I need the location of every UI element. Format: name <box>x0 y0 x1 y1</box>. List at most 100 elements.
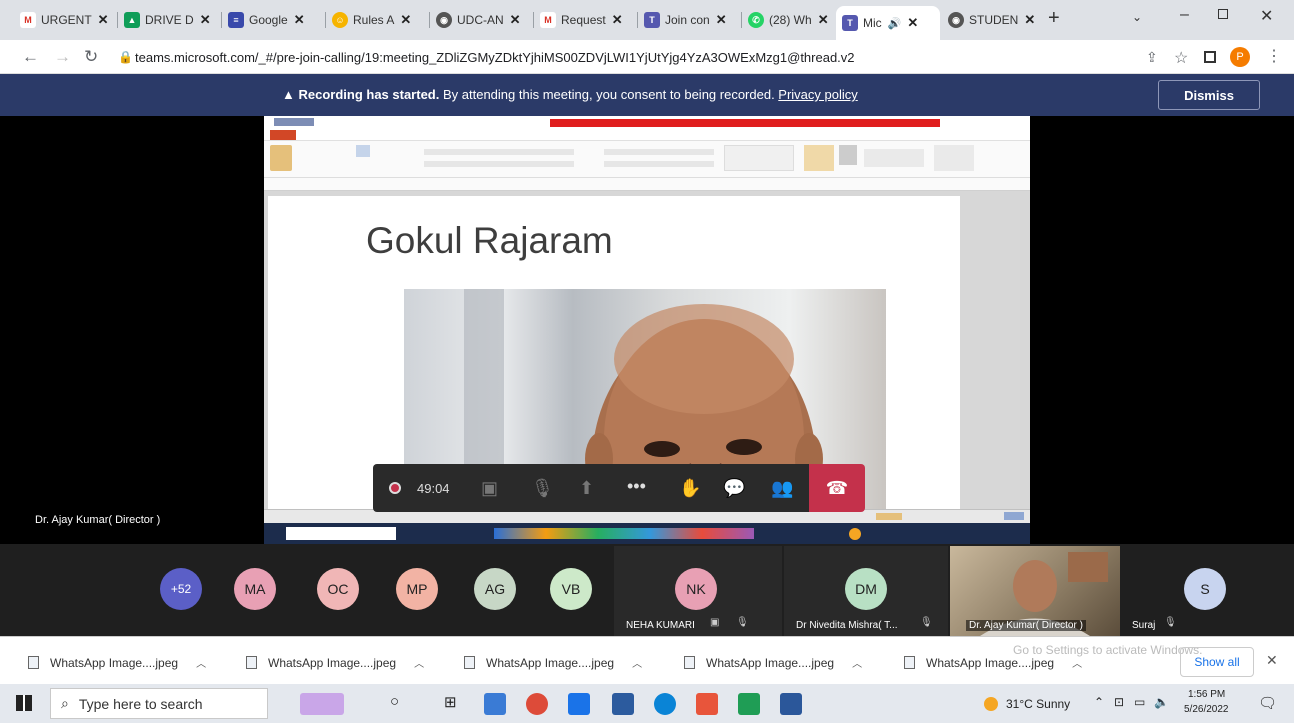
tab-google-forms[interactable]: ≡ Google ✕ <box>228 7 320 33</box>
maximize-icon[interactable] <box>1218 9 1228 19</box>
hang-up-icon: ☎ <box>825 477 849 498</box>
chevron-up-icon[interactable]: ︿ <box>852 655 862 670</box>
window-close-icon[interactable]: ✕ <box>1260 6 1273 26</box>
participant-avatar: S <box>1184 568 1226 610</box>
url-text[interactable]: teams.microsoft.com/_#/pre-join-calling/… <box>135 50 855 65</box>
clock-date[interactable]: 5/26/2022 <box>1184 704 1229 715</box>
raise-hand-icon[interactable]: ✋ <box>679 478 701 499</box>
close-icon[interactable]: ✕ <box>612 12 623 28</box>
download-filename: WhatsApp Image....jpeg <box>268 655 397 670</box>
file-icon <box>28 656 39 669</box>
tab-search-chevron-icon[interactable]: ⌄ <box>1132 10 1142 24</box>
close-icon[interactable]: ✕ <box>400 12 411 28</box>
mail-icon[interactable] <box>568 693 590 715</box>
download-item[interactable]: WhatsApp Image....jpeg ︿ <box>684 655 862 670</box>
clock-time[interactable]: 1:56 PM <box>1188 689 1225 700</box>
reload-icon[interactable]: ↻ <box>84 47 98 67</box>
close-icon[interactable]: ✕ <box>200 12 211 28</box>
battery-icon[interactable]: ▭ <box>1134 695 1145 709</box>
chat-icon[interactable]: 💬 <box>723 478 745 499</box>
participant-avatar: NK <box>675 568 717 610</box>
bookmark-star-icon[interactable]: ☆ <box>1174 48 1188 68</box>
tab-label: Request <box>561 13 606 27</box>
lock-icon: 🔒 <box>118 50 133 64</box>
chevron-up-icon[interactable]: ︿ <box>1072 655 1082 670</box>
powerpoint-ribbon <box>264 129 1030 191</box>
chrome-canary-icon[interactable] <box>696 693 718 715</box>
windows-start-icon[interactable] <box>16 695 32 711</box>
camera-off-icon[interactable]: ▣ <box>481 478 498 499</box>
mic-off-icon[interactable]: 🎙 <box>531 478 554 499</box>
mic-off-icon: 🎙 <box>1164 617 1177 628</box>
new-tab-icon[interactable]: + <box>1048 7 1060 30</box>
close-icon[interactable]: ✕ <box>294 12 305 28</box>
close-icon[interactable]: ✕ <box>1024 12 1035 28</box>
cortana-icon[interactable]: ○ <box>390 693 399 710</box>
taskbar-search-box[interactable]: ⌕ Type here to search <box>50 688 268 719</box>
tab-students[interactable]: ◉ STUDEN ✕ <box>948 7 1040 33</box>
search-placeholder: Type here to search <box>78 695 203 712</box>
download-filename: WhatsApp Image....jpeg <box>50 655 179 670</box>
close-icon[interactable]: ✕ <box>818 12 829 28</box>
chevron-up-icon[interactable]: ︿ <box>632 655 642 670</box>
notifications-icon[interactable]: 🗨 <box>1258 694 1277 712</box>
tab-urgent[interactable]: M URGENT ✕ <box>20 7 112 33</box>
participants-icon[interactable]: 👥 <box>771 478 793 499</box>
news-widget-icon[interactable] <box>300 693 344 715</box>
network-icon[interactable]: ⊡ <box>1114 695 1124 709</box>
file-explorer-icon[interactable] <box>484 693 506 715</box>
tab-join-conversation[interactable]: T Join con ✕ <box>644 7 736 33</box>
close-icon[interactable]: ✕ <box>907 15 918 31</box>
tab-drive[interactable]: ▲ DRIVE D ✕ <box>124 7 216 33</box>
excel-icon[interactable] <box>738 693 760 715</box>
presenter-name: Dr. Ajay Kumar( Director ) <box>35 514 161 526</box>
close-icon[interactable]: ✕ <box>98 12 109 28</box>
tab-microsoft-teams-active[interactable]: T Mic 🔊 ✕ <box>836 6 940 40</box>
tab-whatsapp[interactable]: ✆ (28) Wh ✕ <box>748 7 840 33</box>
chevron-up-icon[interactable]: ︿ <box>196 655 206 670</box>
powerpoint-title-bar <box>264 116 1030 129</box>
volume-icon[interactable]: 🔈 <box>1154 695 1169 709</box>
show-all-button[interactable]: Show all <box>1180 647 1254 677</box>
tab-request[interactable]: M Request ✕ <box>540 7 632 33</box>
sidepanel-icon[interactable] <box>1204 51 1216 63</box>
download-item[interactable]: WhatsApp Image....jpeg ︿ <box>904 655 1082 670</box>
file-icon <box>464 656 475 669</box>
download-item[interactable]: WhatsApp Image....jpeg ︿ <box>464 655 642 670</box>
chrome-icon[interactable] <box>526 693 548 715</box>
tab-rules[interactable]: ☺ Rules A ✕ <box>332 7 424 33</box>
more-options-icon[interactable]: ••• <box>627 476 646 497</box>
download-item[interactable]: WhatsApp Image....jpeg ︿ <box>28 655 206 670</box>
profile-avatar[interactable]: P <box>1230 47 1250 67</box>
tab-udc[interactable]: ◉ UDC-AN ✕ <box>436 7 528 33</box>
download-filename: WhatsApp Image....jpeg <box>706 655 835 670</box>
close-icon[interactable]: ✕ <box>510 12 521 28</box>
weather-text[interactable]: 31°C Sunny <box>1006 697 1070 711</box>
close-downloads-icon[interactable]: ✕ <box>1266 652 1278 669</box>
forward-icon[interactable]: → <box>54 47 71 67</box>
share-icon[interactable]: ⇪ <box>1146 49 1158 66</box>
participant-name: NEHA KUMARI <box>626 620 695 631</box>
leave-call-button[interactable]: ☎ <box>809 464 865 512</box>
close-icon[interactable]: ✕ <box>716 12 727 28</box>
chevron-up-icon[interactable]: ︿ <box>414 655 424 670</box>
privacy-policy-link[interactable]: Privacy policy <box>778 87 857 102</box>
more-participants-badge[interactable]: +52 <box>160 568 202 610</box>
teams-icon: T <box>842 15 858 31</box>
mic-off-icon: 🎙 <box>920 617 933 628</box>
task-view-icon[interactable]: ⊞ <box>444 693 457 711</box>
tab-label: UDC-AN <box>457 13 504 27</box>
rules-icon: ☺ <box>332 12 348 28</box>
tray-chevron-icon[interactable]: ⌃ <box>1094 695 1104 709</box>
edge-icon[interactable] <box>654 693 676 715</box>
tab-label: STUDEN <box>969 13 1019 27</box>
word-icon[interactable] <box>780 693 802 715</box>
download-item[interactable]: WhatsApp Image....jpeg ︿ <box>246 655 424 670</box>
store-icon[interactable] <box>612 693 634 715</box>
share-screen-icon[interactable]: ⬆ <box>579 478 594 499</box>
minimize-icon[interactable]: – <box>1180 6 1189 24</box>
dismiss-button[interactable]: Dismiss <box>1158 80 1260 110</box>
menu-kebab-icon[interactable]: ⋮ <box>1266 46 1282 66</box>
globe-icon: ◉ <box>948 12 964 28</box>
back-icon[interactable]: ← <box>22 47 39 67</box>
